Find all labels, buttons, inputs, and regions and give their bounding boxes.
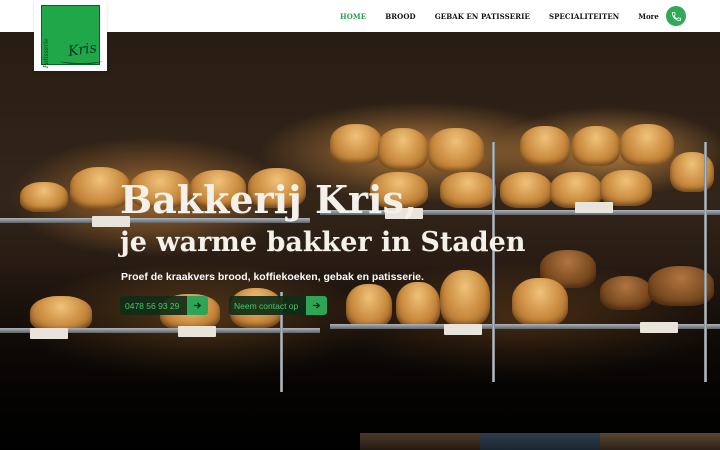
contact-label: Neem contact op <box>229 296 307 315</box>
site-header: HOME BROOD GEBAK EN PATISSERIE SPECIALIT… <box>0 0 720 32</box>
main-nav: HOME BROOD GEBAK EN PATISSERIE SPECIALIT… <box>340 0 659 32</box>
hero-title-line2: je warme bakker in Staden <box>120 227 526 258</box>
call-phone-label: 0478 56 93 29 <box>120 296 188 315</box>
nav-item-home[interactable]: HOME <box>340 12 366 21</box>
gallery-preview-strip <box>360 433 720 450</box>
logo-swash <box>60 58 102 64</box>
contact-button[interactable]: Neem contact op <box>229 296 328 315</box>
gallery-thumbnail[interactable] <box>600 433 720 450</box>
nav-more-menu[interactable]: More <box>638 12 659 21</box>
arrow-right-icon <box>306 296 328 315</box>
nav-item-gebak-en-patisserie[interactable]: GEBAK EN PATISSERIE <box>435 12 530 21</box>
phone-button[interactable] <box>666 6 686 26</box>
nav-item-specialiteiten[interactable]: SPECIALITEITEN <box>549 12 619 21</box>
logo-side-text: Patisserie <box>43 38 50 68</box>
hero-subtitle: Proef de kraakvers brood, koffiekoeken, … <box>121 271 424 283</box>
arrow-right-icon <box>187 296 209 315</box>
gallery-thumbnail[interactable] <box>480 433 600 450</box>
gallery-thumbnail[interactable] <box>360 433 480 450</box>
logo-script-text: Kris <box>67 40 98 60</box>
site-logo[interactable]: Patisserie Kris <box>34 0 107 71</box>
call-phone-button[interactable]: 0478 56 93 29 <box>120 296 209 315</box>
nav-item-brood[interactable]: BROOD <box>385 12 416 21</box>
logo-green-square: Patisserie Kris <box>41 5 102 68</box>
phone-icon <box>671 11 681 21</box>
hero-title-line1: Bakkerij Kris, <box>120 177 418 222</box>
hero-section: Bakkerij Kris, je warme bakker in Staden… <box>0 32 720 450</box>
